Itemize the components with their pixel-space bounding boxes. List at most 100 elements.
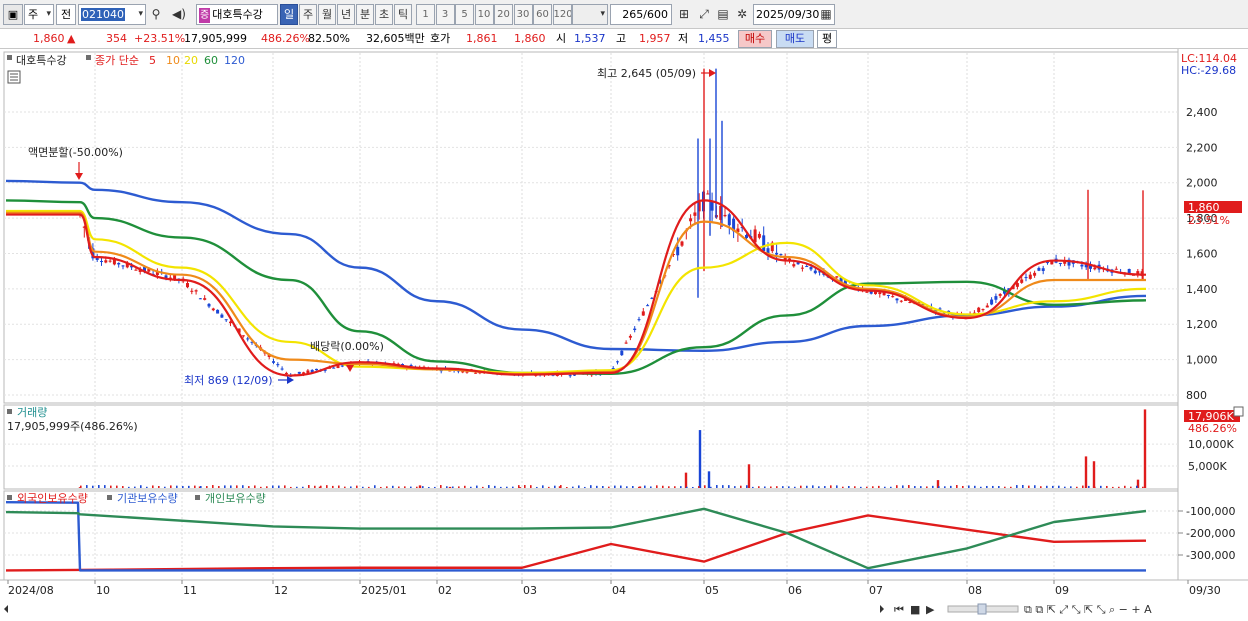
scope-button[interactable]: 전 (56, 4, 76, 25)
volume-bar-small (644, 485, 646, 488)
candle-body (792, 264, 796, 267)
volume-bar-small (902, 485, 904, 488)
scroll-right-icon[interactable] (880, 605, 884, 613)
volume-bar-small (626, 486, 628, 488)
interval-button-1[interactable]: 3 (435, 4, 455, 25)
volume-bar-small (1088, 485, 1090, 488)
candle-body (1058, 262, 1062, 264)
x-axis-label: 06 (788, 584, 802, 597)
volume-bar-small (218, 486, 220, 488)
bar-count-field[interactable]: 265/600 (610, 4, 672, 25)
search-icon[interactable]: ⚲ (148, 6, 164, 22)
candle-body (194, 290, 198, 292)
volume-bar-small (584, 486, 586, 488)
evaluation-button[interactable]: 평 (817, 30, 837, 48)
period-button-6[interactable]: 틱 (394, 4, 412, 25)
volume-bar-small (110, 485, 112, 488)
volume-bar-small (662, 485, 664, 488)
price-tick-label: 1,000 (1186, 354, 1218, 367)
open-label: 시 (556, 32, 567, 45)
volume-bar-small (656, 485, 658, 488)
candle-body (315, 368, 318, 371)
ma60-legend: 60 (204, 54, 218, 67)
interval-button-2[interactable]: 5 (455, 4, 474, 25)
tool-icons[interactable]: ⧉ ⧉ ⇱ ⤢ ⤡ ⇱ ⤡ ⌕ − + A (1024, 603, 1152, 616)
amount-value: 32,605백만 (366, 32, 425, 45)
panel-menu-icon[interactable]: ▣ (3, 4, 23, 25)
gear-icon[interactable]: ✲ (734, 6, 750, 22)
interval-button-6[interactable]: 60 (533, 4, 552, 25)
volume-bar-small (380, 486, 382, 488)
candle-body (276, 364, 280, 366)
sell-button[interactable]: 매도 (776, 30, 814, 48)
volume-bar-small (236, 485, 238, 488)
save-icon[interactable]: ▤ (715, 6, 731, 22)
candle-body (994, 296, 998, 300)
volume-tick-label: 10,000K (1188, 438, 1234, 451)
interval-button-3[interactable]: 10 (474, 4, 494, 25)
candle-body (891, 296, 895, 298)
scroll-left-icon[interactable] (4, 605, 8, 613)
period-button-3[interactable]: 년 (337, 4, 355, 25)
x-axis-label: 08 (968, 584, 982, 597)
price-tick-label: 2,400 (1186, 106, 1218, 119)
volume-bar-small (716, 485, 718, 488)
volume-bar (707, 471, 711, 488)
institution-holding-legend: 기관보유수량 (117, 492, 178, 505)
chart-tools-icon[interactable]: ⊞ (676, 6, 692, 22)
candle-body (186, 283, 189, 288)
stock-code-input[interactable]: 021040 (78, 4, 146, 25)
candle-body (198, 298, 202, 300)
period-button-5[interactable]: 초 (375, 4, 393, 25)
high-annotation: 최고 2,645 (05/09) (597, 67, 696, 80)
buy-button[interactable]: 매수 (738, 30, 772, 48)
period-button-1[interactable]: 주 (299, 4, 317, 25)
volume-panel-close-icon[interactable] (1233, 406, 1244, 417)
volume-bar-small (1136, 485, 1138, 488)
volume-bar-small (470, 486, 472, 488)
period-button-2[interactable]: 월 (318, 4, 336, 25)
volume-bar-small (284, 485, 286, 488)
candle-body (1024, 277, 1028, 279)
volume-bar-small (482, 486, 484, 488)
drawing-icon[interactable]: ⤢ (696, 6, 712, 22)
volume-bar-small (86, 485, 88, 488)
volume-bar-small (704, 485, 706, 488)
volume-bar-small (500, 486, 502, 488)
market-select[interactable]: 주 (24, 4, 54, 25)
interval-custom-select[interactable] (572, 4, 608, 25)
period-button-0[interactable]: 일 (280, 4, 298, 25)
volume-bar-small (806, 485, 808, 488)
speaker-icon[interactable]: ◀) (166, 6, 192, 22)
ma10-legend: 10 (166, 54, 180, 67)
zoom-slider-handle[interactable] (977, 603, 987, 615)
volume-bar-small (842, 486, 844, 488)
stock-market-tag: 증 (199, 8, 211, 23)
rewind-icon[interactable]: ⏮ (894, 603, 904, 616)
volume-bar-small (698, 486, 700, 488)
volume-bar-small (1064, 486, 1066, 488)
play-icon[interactable]: ▶ (926, 603, 935, 616)
interval-button-7[interactable]: 120 (552, 4, 572, 25)
volume-bar-small (386, 486, 388, 488)
volume-bar-small (320, 485, 322, 488)
volume-bar-small (290, 486, 292, 488)
stock-name-field[interactable]: 증 대호특수강 (196, 4, 278, 25)
calendar-icon[interactable]: ▦ (818, 6, 834, 22)
candle-body (757, 233, 761, 238)
interval-button-0[interactable]: 1 (416, 4, 435, 25)
volume-bar-small (1094, 486, 1096, 488)
volume-bar-small (356, 485, 358, 488)
interval-button-4[interactable]: 20 (494, 4, 513, 25)
x-axis-label: 05 (705, 584, 719, 597)
candle-body (1037, 267, 1041, 271)
period-button-4[interactable]: 분 (356, 4, 374, 25)
stock-code-value: 021040 (81, 8, 125, 21)
candle-body (203, 298, 207, 300)
x-axis-label: 10 (96, 584, 110, 597)
candle-body (779, 254, 783, 256)
interval-button-5[interactable]: 30 (513, 4, 533, 25)
stop-icon[interactable]: ■ (910, 603, 920, 616)
candle-body (280, 368, 284, 370)
candle-body (676, 246, 680, 256)
